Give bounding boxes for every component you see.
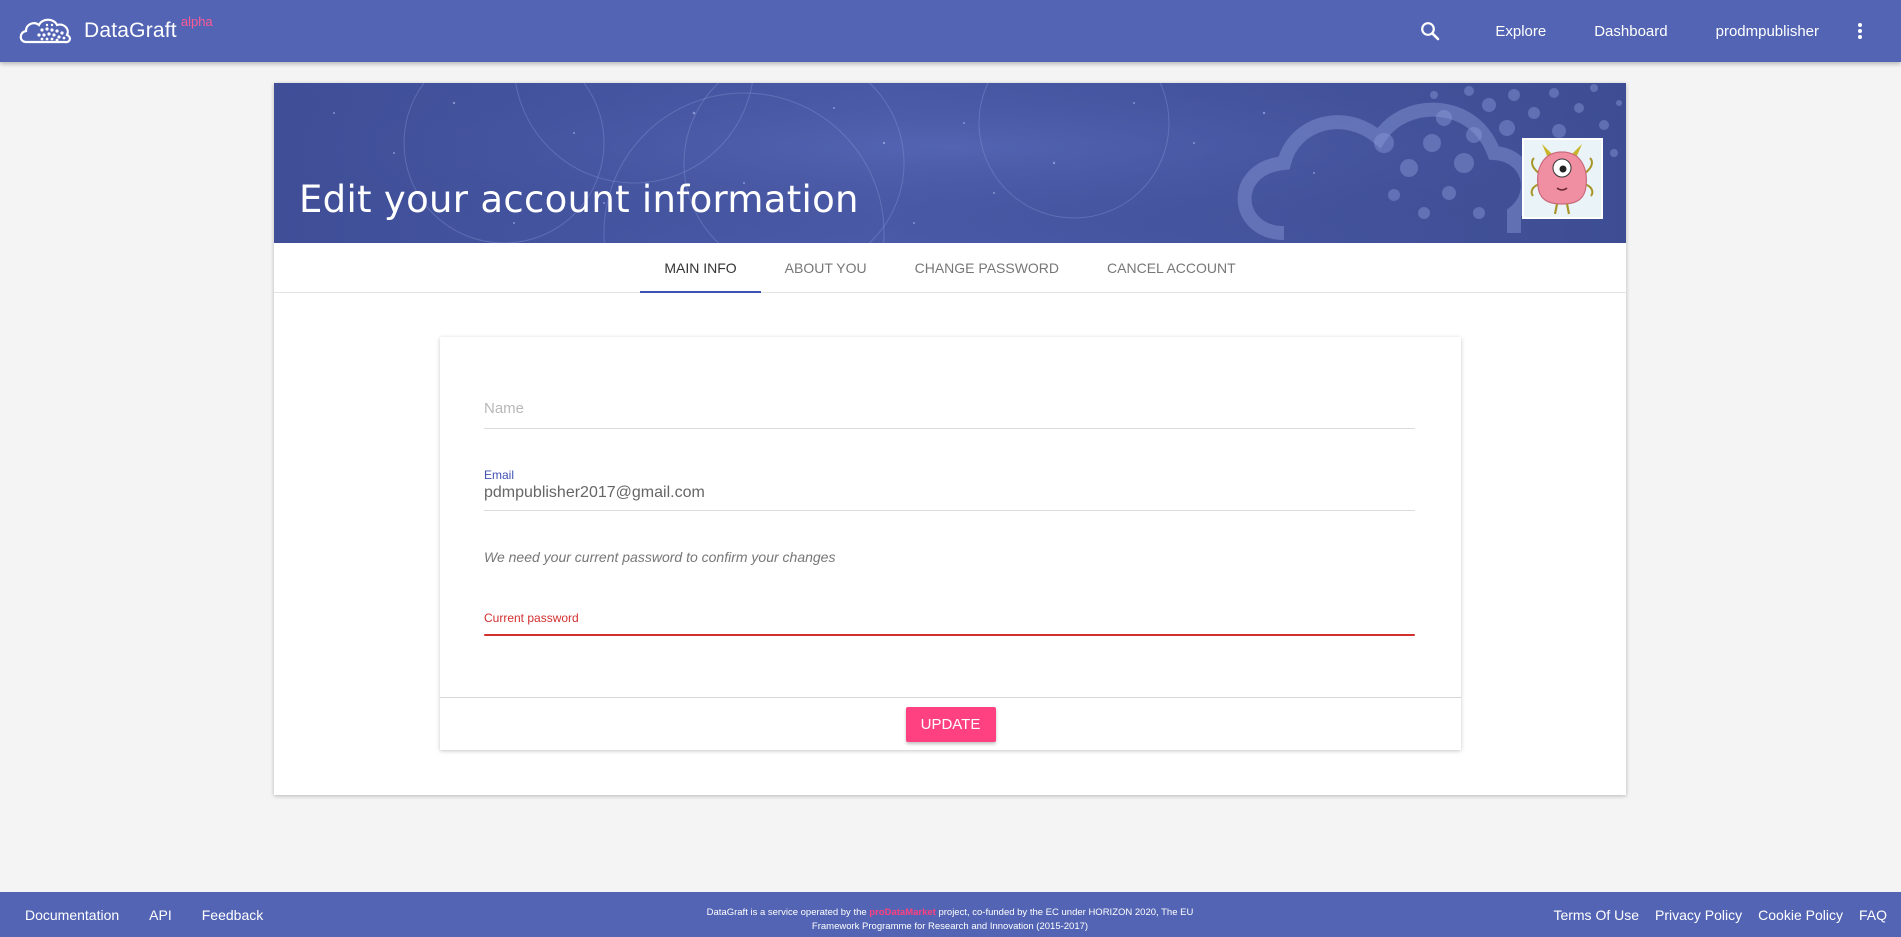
tab-cancel-account[interactable]: CANCEL ACCOUNT [1083, 243, 1260, 292]
search-icon[interactable] [1419, 20, 1441, 42]
main-info-form: Name Email pdmpublisher2017@gmail.com We… [440, 337, 1461, 750]
footer-left-links: Documentation API Feedback [25, 907, 293, 923]
footer-credits-text-1: DataGraft is a service operated by the [706, 907, 870, 918]
avatar[interactable] [1522, 138, 1603, 219]
name-placeholder: Name [484, 400, 525, 417]
more-vert-icon[interactable] [1855, 20, 1865, 42]
brand-name: DataGraft [84, 19, 177, 42]
brand[interactable]: DataGraft alpha [18, 0, 213, 62]
current-password-field[interactable]: Current password [484, 611, 1415, 641]
tab-about-you[interactable]: ABOUT YOU [761, 243, 891, 292]
email-label: Email [484, 468, 515, 482]
email-field[interactable]: Email pdmpublisher2017@gmail.com [484, 468, 1415, 512]
tab-main-info[interactable]: MAIN INFO [640, 243, 762, 293]
form-actions: UPDATE [440, 697, 1461, 750]
account-tabs: MAIN INFO ABOUT YOU CHANGE PASSWORD CANC… [274, 243, 1626, 293]
footer-api-link[interactable]: API [149, 907, 172, 923]
page-title: Edit your account information [299, 178, 859, 221]
alpha-badge: alpha [180, 14, 213, 29]
update-button[interactable]: UPDATE [905, 706, 996, 742]
current-password-underline [484, 634, 1415, 636]
account-card: Edit your account information MAIN INFO … [274, 83, 1626, 795]
password-hint: We need your current password to confirm… [484, 549, 836, 565]
current-password-label: Current password [484, 611, 579, 625]
nav-explore-link[interactable]: Explore [1495, 23, 1546, 40]
footer-cookie-link[interactable]: Cookie Policy [1758, 907, 1843, 923]
email-value: pdmpublisher2017@gmail.com [484, 484, 705, 501]
prodatamarket-link[interactable]: proDataMarket [869, 907, 936, 918]
account-banner: Edit your account information [274, 83, 1626, 243]
site-footer: Documentation API Feedback DataGraft is … [0, 892, 1901, 937]
top-nav: Explore Dashboard prodmpublisher [1419, 0, 1865, 62]
footer-privacy-link[interactable]: Privacy Policy [1655, 907, 1742, 923]
tab-change-password[interactable]: CHANGE PASSWORD [891, 243, 1083, 292]
footer-faq-link[interactable]: FAQ [1859, 907, 1887, 923]
nav-user-link[interactable]: prodmpublisher [1716, 23, 1819, 40]
footer-documentation-link[interactable]: Documentation [25, 907, 119, 923]
footer-right-links: Terms Of Use Privacy Policy Cookie Polic… [1537, 907, 1887, 923]
footer-credits: DataGraft is a service operated by the p… [690, 906, 1210, 934]
name-underline [484, 428, 1415, 429]
nav-dashboard-link[interactable]: Dashboard [1594, 23, 1667, 40]
monster-avatar-icon [1530, 144, 1594, 215]
email-underline [484, 510, 1415, 511]
footer-terms-link[interactable]: Terms Of Use [1553, 907, 1639, 923]
name-field[interactable]: Name [484, 400, 1415, 430]
top-app-bar: DataGraft alpha Explore Dashboard prodmp… [0, 0, 1901, 62]
footer-feedback-link[interactable]: Feedback [202, 907, 263, 923]
cloud-logo-icon [18, 16, 74, 46]
